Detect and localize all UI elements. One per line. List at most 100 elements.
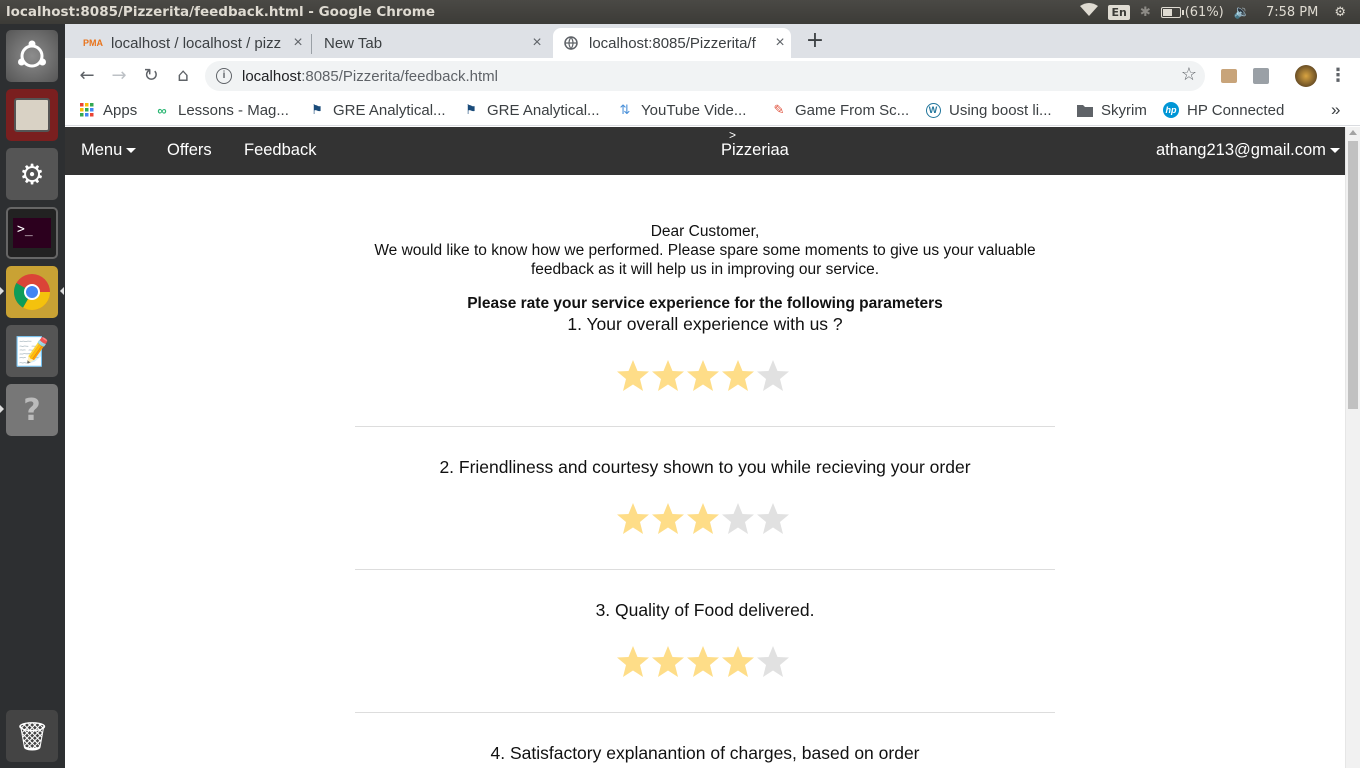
star-empty-icon[interactable] bbox=[721, 502, 755, 536]
bookmark-label: Apps bbox=[103, 101, 138, 119]
star-filled-icon[interactable] bbox=[686, 359, 720, 393]
volume-icon[interactable]: 🔉 bbox=[1234, 5, 1250, 20]
star-rating-3[interactable] bbox=[616, 645, 796, 685]
question-3: 3. Quality of Food delivered. bbox=[595, 600, 815, 620]
star-filled-icon[interactable] bbox=[686, 645, 720, 679]
text-editor-icon[interactable]: 📝 bbox=[6, 325, 58, 377]
close-tab-icon[interactable]: × bbox=[287, 34, 309, 52]
bookmark-item[interactable]: W Using boost li... bbox=[925, 99, 1052, 121]
converter-icon: ⇅ bbox=[619, 102, 631, 117]
pencil-icon: ✎ bbox=[773, 102, 785, 117]
star-filled-icon[interactable] bbox=[616, 502, 650, 536]
bookmark-item[interactable]: ⚑ GRE Analytical... bbox=[463, 99, 599, 121]
bookmark-label: Skyrim bbox=[1101, 101, 1147, 119]
extension-icon[interactable] bbox=[1217, 64, 1241, 88]
clock[interactable]: 7:58 PM bbox=[1266, 5, 1318, 20]
site-navbar: Menu Offers Feedback > Pizzeriaa athang2… bbox=[65, 127, 1345, 175]
url-host: localhost bbox=[242, 67, 302, 85]
power-gear-icon[interactable]: ⚙ bbox=[1334, 5, 1346, 20]
address-bar[interactable]: i localhost:8085/Pizzerita/feedback.html… bbox=[205, 61, 1205, 91]
focused-app-arrow-icon bbox=[60, 287, 64, 295]
nav-offers-link[interactable]: Offers bbox=[167, 141, 212, 160]
reload-icon[interactable]: ↻ bbox=[139, 64, 163, 88]
help-icon[interactable]: ? bbox=[6, 384, 58, 436]
wifi-icon[interactable] bbox=[1080, 3, 1099, 21]
tab-separator bbox=[311, 34, 312, 54]
star-filled-icon[interactable] bbox=[721, 359, 755, 393]
extension-grey-icon[interactable] bbox=[1249, 64, 1273, 88]
star-empty-icon[interactable] bbox=[756, 502, 790, 536]
star-rating-2[interactable] bbox=[616, 502, 796, 542]
scroll-up-arrow-icon[interactable] bbox=[1349, 130, 1357, 135]
close-tab-icon[interactable]: × bbox=[526, 34, 548, 52]
file-cabinet-icon[interactable] bbox=[6, 89, 58, 141]
question-2: 2. Friendliness and courtesy shown to yo… bbox=[439, 457, 971, 477]
star-filled-icon[interactable] bbox=[616, 359, 650, 393]
star-empty-icon[interactable] bbox=[756, 359, 790, 393]
star-filled-icon[interactable] bbox=[651, 359, 685, 393]
system-settings-icon[interactable]: ⚙ bbox=[6, 148, 58, 200]
wordpress-icon: W bbox=[925, 102, 941, 118]
tab-new-tab[interactable]: New Tab × bbox=[314, 28, 548, 58]
star-rating-1[interactable] bbox=[616, 359, 796, 399]
intro-line-2: feedback as it will help us in improving… bbox=[530, 261, 880, 278]
bookmark-item[interactable]: Apps bbox=[79, 99, 137, 121]
star-filled-icon[interactable] bbox=[721, 645, 755, 679]
phpmyadmin-icon: PMA bbox=[83, 38, 103, 48]
star-filled-icon[interactable] bbox=[651, 645, 685, 679]
terminal-icon[interactable]: >_ bbox=[6, 207, 58, 259]
bookmark-star-icon[interactable]: ☆ bbox=[1181, 64, 1197, 85]
bookmark-item[interactable]: ✎ Game From Sc... bbox=[771, 99, 910, 121]
bookmark-label: Game From Sc... bbox=[795, 101, 910, 119]
flag-icon: ⚑ bbox=[465, 102, 477, 117]
star-empty-icon[interactable] bbox=[756, 645, 790, 679]
scrollbar-thumb[interactable] bbox=[1348, 141, 1358, 409]
tab-label: localhost:8085/Pizzerita/f bbox=[589, 34, 756, 52]
bookmark-item[interactable]: hp HP Connected bbox=[1163, 99, 1284, 121]
divider bbox=[355, 426, 1055, 427]
question-4: 4. Satisfactory explanantion of charges,… bbox=[490, 743, 920, 763]
close-tab-icon[interactable]: × bbox=[769, 34, 791, 52]
site-info-icon[interactable]: i bbox=[216, 68, 232, 84]
battery-percent: (61%) bbox=[1184, 4, 1224, 20]
bookmark-item[interactable]: ⇅ YouTube Vide... bbox=[617, 99, 747, 121]
brand-mark: > bbox=[729, 128, 737, 142]
new-tab-button[interactable]: + bbox=[803, 30, 827, 54]
bookmark-item[interactable]: ∞ Lessons - Mag... bbox=[154, 99, 289, 121]
back-icon[interactable]: ← bbox=[75, 64, 99, 88]
forward-icon[interactable]: → bbox=[107, 64, 131, 88]
keyboard-layout-indicator[interactable]: En bbox=[1108, 4, 1130, 20]
ubuntu-dash-icon[interactable] bbox=[6, 30, 58, 82]
nav-feedback-link[interactable]: Feedback bbox=[244, 141, 316, 160]
web-page: Menu Offers Feedback > Pizzeriaa athang2… bbox=[65, 127, 1345, 768]
trash-icon[interactable]: 🗑 bbox=[6, 710, 58, 762]
chrome-icon[interactable] bbox=[6, 266, 58, 318]
help-arrow-icon bbox=[0, 405, 4, 413]
user-email: athang213@gmail.com bbox=[1156, 141, 1326, 159]
globe-icon bbox=[563, 35, 579, 51]
home-icon[interactable]: ⌂ bbox=[171, 64, 195, 88]
bookmarks-overflow-chevron-icon[interactable]: » bbox=[1331, 99, 1340, 121]
profile-avatar[interactable] bbox=[1294, 64, 1318, 88]
bookmark-item[interactable]: ⚑ GRE Analytical... bbox=[309, 99, 446, 121]
intro-line-1: We would like to know how we performed. … bbox=[374, 242, 1036, 259]
tab-phpmyadmin[interactable]: PMA localhost / localhost / pizz × bbox=[75, 28, 309, 58]
bluetooth-icon[interactable]: ✱ bbox=[1140, 5, 1151, 20]
tab-feedback[interactable]: localhost:8085/Pizzerita/f × bbox=[553, 28, 791, 58]
active-app-arrow-icon bbox=[0, 287, 4, 295]
page-scrollbar[interactable] bbox=[1345, 127, 1360, 768]
bookmarks-bar: Apps ∞ Lessons - Mag... ⚑ GRE Analytical... ⚑… bbox=[65, 94, 1360, 126]
battery-indicator[interactable]: (61%) bbox=[1160, 4, 1224, 20]
star-filled-icon[interactable] bbox=[616, 645, 650, 679]
user-account-dropdown[interactable]: athang213@gmail.com bbox=[1156, 141, 1340, 160]
chrome-menu-icon[interactable]: ⋮ bbox=[1326, 64, 1350, 88]
hp-icon: hp bbox=[1163, 102, 1179, 118]
nav-menu-dropdown[interactable]: Menu bbox=[81, 141, 137, 160]
nav-menu-label: Menu bbox=[81, 141, 123, 159]
bookmark-item[interactable]: Skyrim bbox=[1077, 99, 1147, 121]
star-filled-icon[interactable] bbox=[651, 502, 685, 536]
brand-name[interactable]: Pizzeriaa bbox=[721, 141, 789, 160]
star-filled-icon[interactable] bbox=[686, 502, 720, 536]
url-path: :8085/Pizzerita/feedback.html bbox=[301, 67, 498, 85]
bookmark-label: GRE Analytical... bbox=[333, 101, 446, 119]
